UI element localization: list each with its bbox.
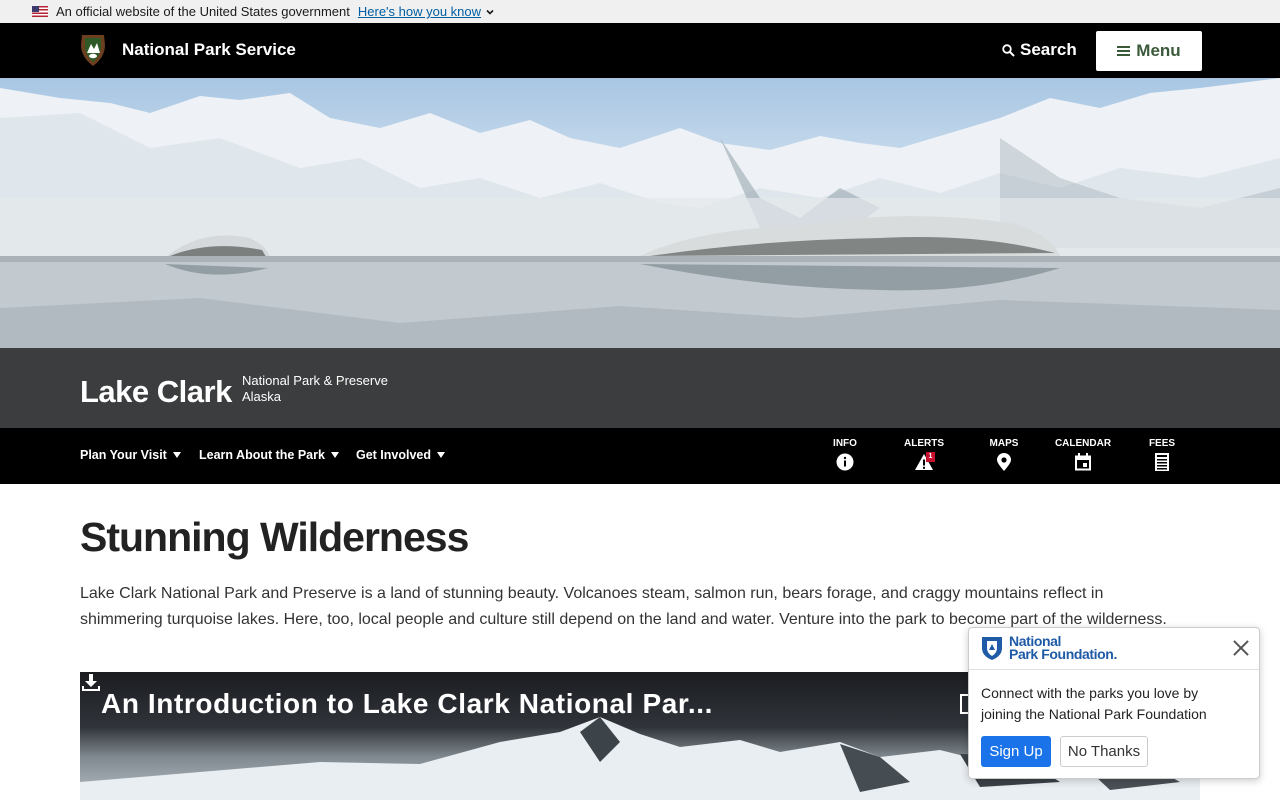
- nav-get-involved[interactable]: Get Involved: [356, 448, 446, 462]
- search-button[interactable]: Search: [1002, 40, 1077, 60]
- menu-button[interactable]: Menu: [1096, 31, 1202, 71]
- hamburger-icon: [1117, 46, 1131, 56]
- nav-plan-your-visit[interactable]: Plan Your Visit: [80, 448, 181, 462]
- park-state: Alaska: [242, 389, 282, 404]
- quick-link-maps[interactable]: MAPS: [974, 438, 1034, 472]
- us-flag-icon: [32, 6, 48, 17]
- page-title: Stunning Wilderness: [80, 514, 469, 560]
- popup-message: Connect with the parks you love by joini…: [981, 685, 1207, 722]
- quick-link-label: FEES: [1148, 438, 1176, 449]
- gov-banner: An official website of the United States…: [0, 0, 1280, 23]
- heres-how-you-know-link[interactable]: Here's how you know: [358, 4, 481, 19]
- nav-item-label: Plan Your Visit: [80, 448, 167, 462]
- park-nav: Plan Your Visit Learn About the Park Get…: [0, 428, 1280, 484]
- intro-paragraph: Lake Clark National Park and Preserve is…: [80, 585, 1167, 628]
- fees-icon: [1155, 453, 1169, 471]
- npf-logo-line2: Park Foundation.: [1009, 646, 1117, 662]
- site-name[interactable]: National Park Service: [122, 40, 296, 60]
- nav-item-label: Learn About the Park: [199, 448, 325, 462]
- npf-shield-icon: [982, 637, 1002, 660]
- search-icon: [1002, 43, 1015, 57]
- quick-link-calendar[interactable]: CALENDAR: [1053, 438, 1113, 472]
- info-icon: [836, 453, 854, 471]
- nps-arrowhead-logo[interactable]: [79, 33, 107, 67]
- quick-link-fees[interactable]: FEES: [1132, 438, 1192, 472]
- dropdown-arrow-icon: [172, 452, 181, 458]
- quick-link-info[interactable]: INFO: [815, 438, 875, 472]
- nav-learn-about-the-park[interactable]: Learn About the Park: [199, 448, 339, 462]
- chevron-down-icon[interactable]: [485, 7, 495, 17]
- menu-label: Menu: [1136, 41, 1181, 60]
- dropdown-arrow-icon: [330, 452, 339, 458]
- search-label: Search: [1020, 40, 1077, 59]
- quick-link-label: ALERTS: [904, 438, 944, 449]
- alert-count-badge: 1: [926, 452, 935, 462]
- quick-link-alerts[interactable]: ALERTS 1: [894, 438, 954, 472]
- download-icon[interactable]: [80, 672, 102, 694]
- gov-banner-text: An official website of the United States…: [56, 4, 350, 19]
- quick-link-label: INFO: [833, 438, 857, 449]
- close-icon[interactable]: [1231, 638, 1251, 658]
- site-header: National Park Service Search Menu: [0, 23, 1280, 78]
- park-designation: National Park & Preserve Alaska: [242, 373, 388, 405]
- no-thanks-button[interactable]: No Thanks: [1060, 736, 1148, 767]
- quick-link-label: CALENDAR: [1054, 438, 1112, 449]
- sign-up-button[interactable]: Sign Up: [981, 736, 1051, 767]
- alert-icon-wrap: 1: [914, 452, 935, 472]
- park-name[interactable]: Lake Clark: [80, 374, 232, 410]
- nav-item-label: Get Involved: [356, 448, 432, 462]
- video-title[interactable]: An Introduction to Lake Clark National P…: [101, 688, 713, 720]
- npf-logo-text: National Park Foundation.: [1009, 634, 1117, 662]
- calendar-icon: [1075, 453, 1091, 471]
- quick-link-label: MAPS: [989, 438, 1019, 449]
- park-designation-type: National Park & Preserve: [242, 373, 388, 388]
- map-pin-icon: [997, 453, 1011, 471]
- dropdown-arrow-icon: [437, 452, 446, 458]
- popup-header: National Park Foundation.: [969, 628, 1259, 670]
- npf-signup-popup: National Park Foundation. Connect with t…: [968, 627, 1260, 779]
